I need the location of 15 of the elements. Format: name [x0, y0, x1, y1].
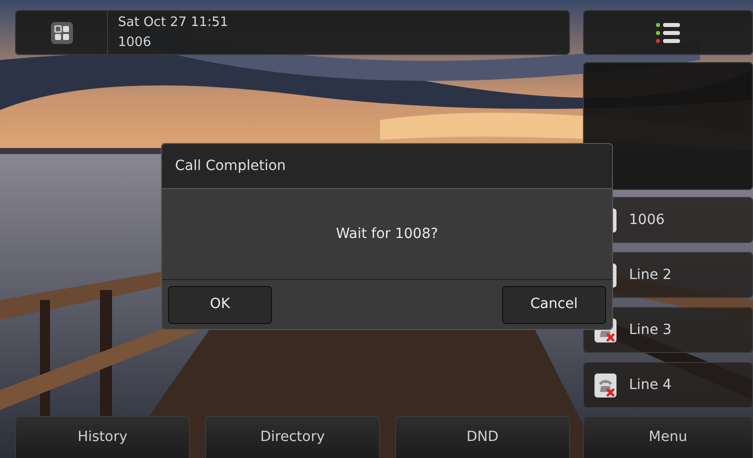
- apps-icon[interactable]: [50, 22, 72, 44]
- dialog-button[interactable]: Cancel: [502, 286, 606, 324]
- line-status-button[interactable]: [583, 10, 753, 55]
- softkey[interactable]: History: [15, 416, 190, 458]
- line-key[interactable]: Line 3: [583, 307, 753, 353]
- line-key[interactable]: Line 4: [583, 362, 753, 408]
- dialog-message: Wait for 1008?: [336, 224, 438, 244]
- softkey[interactable]: Directory: [205, 416, 380, 458]
- softkey[interactable]: Menu: [583, 416, 753, 458]
- dialog-button[interactable]: OK: [168, 286, 272, 324]
- softkey[interactable]: DND: [395, 416, 570, 458]
- list-icon: [655, 22, 681, 44]
- date-time: Sat Oct 27 11:51: [118, 14, 228, 32]
- extension: 1006: [118, 34, 152, 52]
- dialog-title: Call Completion: [162, 144, 612, 189]
